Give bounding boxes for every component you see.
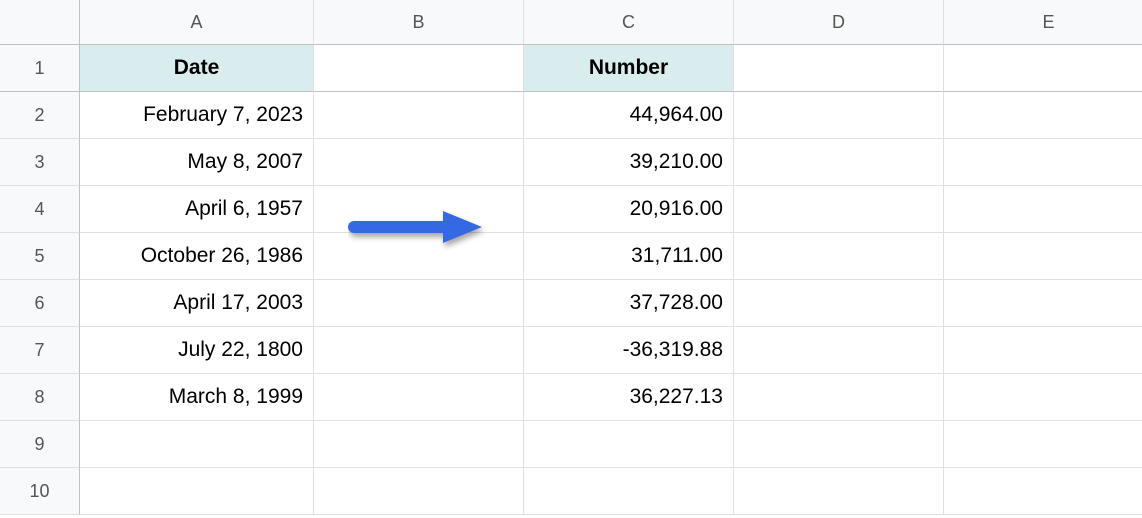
cell-A7[interactable]: July 22, 1800 [80,327,314,374]
row-header-8[interactable]: 8 [0,374,80,421]
cell-E1[interactable] [944,45,1142,92]
cell-D9[interactable] [734,421,944,468]
cell-C2[interactable]: 44,964.00 [524,92,734,139]
cell-E10[interactable] [944,468,1142,515]
cell-A9[interactable] [80,421,314,468]
cell-E2[interactable] [944,92,1142,139]
row-header-2[interactable]: 2 [0,92,80,139]
row-header-6[interactable]: 6 [0,280,80,327]
cell-E7[interactable] [944,327,1142,374]
cell-A6[interactable]: April 17, 2003 [80,280,314,327]
cell-A2[interactable]: February 7, 2023 [80,92,314,139]
cell-D3[interactable] [734,139,944,186]
cell-A10[interactable] [80,468,314,515]
cell-A5[interactable]: October 26, 1986 [80,233,314,280]
cell-D7[interactable] [734,327,944,374]
cell-B3[interactable] [314,139,524,186]
select-all-corner[interactable] [0,0,80,45]
row-header-10[interactable]: 10 [0,468,80,515]
column-header-B[interactable]: B [314,0,524,45]
row-header-7[interactable]: 7 [0,327,80,374]
row-header-4[interactable]: 4 [0,186,80,233]
cell-A3[interactable]: May 8, 2007 [80,139,314,186]
cell-B1[interactable] [314,45,524,92]
cell-C4[interactable]: 20,916.00 [524,186,734,233]
cell-B7[interactable] [314,327,524,374]
column-header-C[interactable]: C [524,0,734,45]
cell-C1[interactable]: Number [524,45,734,92]
cell-C3[interactable]: 39,210.00 [524,139,734,186]
cell-D2[interactable] [734,92,944,139]
cell-C8[interactable]: 36,227.13 [524,374,734,421]
cell-B9[interactable] [314,421,524,468]
cell-C9[interactable] [524,421,734,468]
cell-E8[interactable] [944,374,1142,421]
row-header-9[interactable]: 9 [0,421,80,468]
cell-C7[interactable]: -36,319.88 [524,327,734,374]
cell-D10[interactable] [734,468,944,515]
row-header-3[interactable]: 3 [0,139,80,186]
column-header-D[interactable]: D [734,0,944,45]
cell-A1[interactable]: Date [80,45,314,92]
cell-B8[interactable] [314,374,524,421]
cell-D8[interactable] [734,374,944,421]
cell-C5[interactable]: 31,711.00 [524,233,734,280]
cell-B10[interactable] [314,468,524,515]
cell-D6[interactable] [734,280,944,327]
cell-B4[interactable] [314,186,524,233]
cell-E4[interactable] [944,186,1142,233]
cell-D4[interactable] [734,186,944,233]
cell-B6[interactable] [314,280,524,327]
cell-B5[interactable] [314,233,524,280]
cell-D5[interactable] [734,233,944,280]
cell-E6[interactable] [944,280,1142,327]
cell-A8[interactable]: March 8, 1999 [80,374,314,421]
row-header-5[interactable]: 5 [0,233,80,280]
column-header-E[interactable]: E [944,0,1142,45]
cell-E9[interactable] [944,421,1142,468]
cell-D1[interactable] [734,45,944,92]
cell-E3[interactable] [944,139,1142,186]
cell-C6[interactable]: 37,728.00 [524,280,734,327]
cell-B2[interactable] [314,92,524,139]
column-header-A[interactable]: A [80,0,314,45]
cell-E5[interactable] [944,233,1142,280]
row-header-1[interactable]: 1 [0,45,80,92]
cell-C10[interactable] [524,468,734,515]
cell-A4[interactable]: April 6, 1957 [80,186,314,233]
